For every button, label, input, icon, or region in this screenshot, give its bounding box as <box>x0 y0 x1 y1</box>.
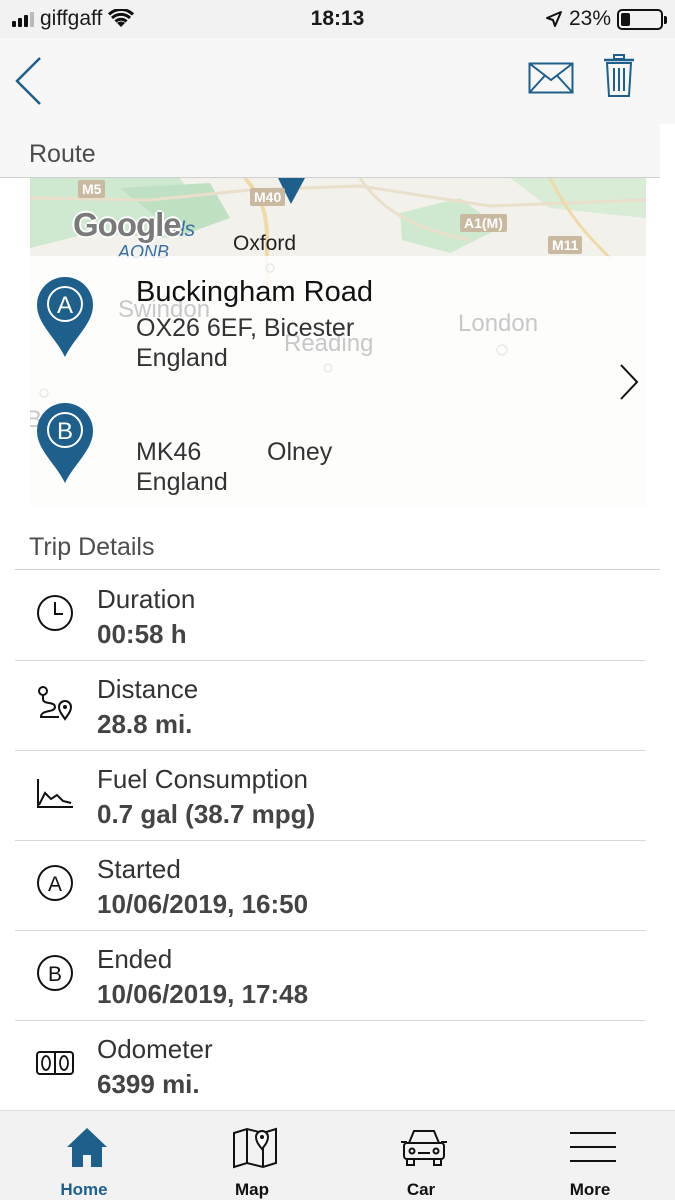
map-place-label: Oxford <box>233 232 297 255</box>
location-arrow-icon <box>545 11 562 27</box>
end-town: Olney <box>267 438 333 466</box>
detail-row-odometer: Odometer 6399 mi. <box>15 1021 646 1111</box>
battery-percent: 23% <box>568 7 611 30</box>
marker-b-icon: B <box>37 403 93 483</box>
end-b-letter: B <box>48 963 62 986</box>
road-label: M40 <box>250 188 286 206</box>
detail-value: 0.7 gal (38.7 mpg) <box>97 799 316 829</box>
start-a-letter: A <box>48 873 62 896</box>
tab-label: Map <box>235 1180 269 1199</box>
tab-more[interactable]: More <box>506 1111 674 1200</box>
marker-a-letter: A <box>57 292 73 319</box>
detail-value: 28.8 mi. <box>97 709 193 739</box>
map-place-label: London <box>458 310 539 337</box>
end-country: England <box>136 468 228 496</box>
detail-label: Distance <box>97 674 199 704</box>
detail-value: 10/06/2019, 17:48 <box>97 979 309 1009</box>
route-map[interactable]: M5 M40 A1(M) M11 ds AONB Oxford Google S… <box>30 178 646 508</box>
detail-value: 10/06/2019, 16:50 <box>97 889 309 919</box>
route-icon <box>38 686 73 721</box>
start-country: England <box>136 344 228 372</box>
detail-row-distance: Distance 28.8 mi. <box>15 661 646 751</box>
tab-label: More <box>569 1180 611 1199</box>
end-postcode: MK46 <box>136 438 202 466</box>
trash-icon[interactable] <box>603 54 635 98</box>
detail-row-fuel: Fuel Consumption 0.7 gal (38.7 mpg) <box>15 751 646 841</box>
battery-group: 23% <box>545 7 667 31</box>
detail-row-duration: Duration 00:58 h <box>15 571 646 661</box>
detail-label: Fuel Consumption <box>97 764 308 794</box>
start-a-icon: A <box>37 865 73 901</box>
fuel-chart-icon <box>37 779 73 808</box>
menu-icon <box>570 1132 616 1162</box>
road-label: A1(M) <box>460 214 507 232</box>
tab-bar: Home Map Car More <box>0 1110 675 1200</box>
detail-row-ended: B Ended 10/06/2019, 17:48 <box>15 931 646 1021</box>
map-icon <box>233 1127 277 1169</box>
detail-value: 6399 mi. <box>97 1069 200 1099</box>
road-label: M5 <box>78 180 106 198</box>
detail-label: Started <box>97 854 181 884</box>
tab-home[interactable]: Home <box>0 1111 168 1200</box>
tab-car[interactable]: Car <box>337 1111 505 1200</box>
marker-a-icon: A <box>37 277 93 357</box>
trip-details-header: Trip Details <box>15 520 660 570</box>
google-logo: Google <box>73 206 182 243</box>
chevron-left-icon[interactable] <box>12 54 44 108</box>
detail-label: Ended <box>97 944 173 974</box>
road-label: M11 <box>548 236 583 254</box>
detail-row-started: A Started 10/06/2019, 16:50 <box>15 841 646 931</box>
status-bar: giffgaff 18:13 23% <box>0 0 675 38</box>
clock-icon <box>37 595 73 631</box>
envelope-icon[interactable] <box>528 62 574 94</box>
tab-label: Car <box>406 1180 436 1199</box>
detail-label: Duration <box>97 584 196 614</box>
detail-label: Odometer <box>97 1034 213 1064</box>
battery-level <box>621 12 630 26</box>
odometer-icon <box>36 1051 74 1075</box>
home-icon <box>67 1128 107 1167</box>
start-street: Buckingham Road <box>136 276 373 308</box>
tab-label: Home <box>60 1180 108 1199</box>
marker-b-letter: B <box>57 418 73 445</box>
end-b-icon: B <box>37 955 73 991</box>
battery-icon <box>617 8 667 30</box>
car-icon <box>401 1130 447 1166</box>
tab-map[interactable]: Map <box>168 1111 336 1200</box>
start-postcode-town: OX26 6EF, Bicester <box>136 314 355 342</box>
chevron-right-icon[interactable] <box>618 362 640 402</box>
route-section-header: Route <box>0 124 660 178</box>
navigation-bar <box>0 38 675 124</box>
detail-value: 00:58 h <box>97 619 187 649</box>
